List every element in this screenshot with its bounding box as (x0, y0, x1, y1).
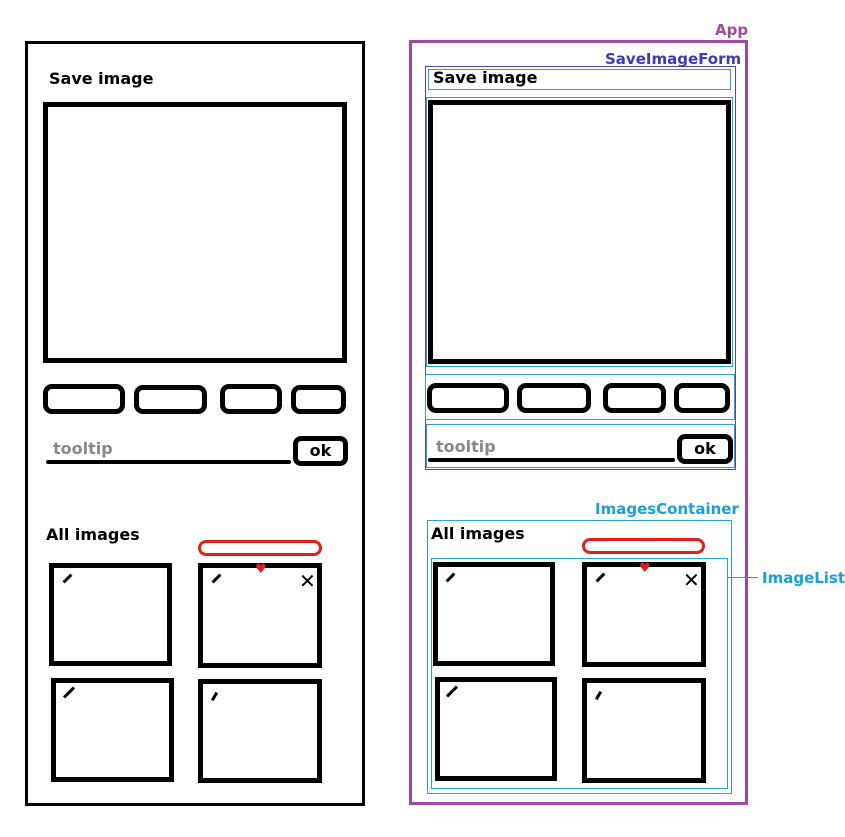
pencil-icon[interactable] (62, 573, 73, 584)
image-list-label: ImageList (762, 569, 845, 587)
image-list-leader-line (728, 577, 758, 578)
tool-button-1[interactable] (427, 383, 509, 413)
tool-button-4[interactable] (674, 383, 730, 413)
pencil-icon[interactable] (62, 686, 76, 699)
tool-button-3[interactable] (220, 384, 282, 414)
tooltip-input[interactable]: tooltip (436, 437, 496, 456)
pencil-icon[interactable] (445, 572, 456, 583)
tool-button-2[interactable] (134, 385, 207, 414)
image-thumbnail[interactable] (49, 563, 172, 666)
tooltip-input-underline (46, 460, 291, 464)
save-image-title: Save image (433, 68, 538, 87)
heart-icon: ♥ (639, 561, 651, 576)
image-thumbnail-hovered[interactable]: ♥ ✕ (198, 563, 322, 668)
images-container-label: ImagesContainer (595, 500, 739, 518)
pencil-icon[interactable] (211, 573, 222, 584)
image-thumbnail[interactable] (582, 678, 706, 783)
tool-button-1[interactable] (43, 384, 125, 414)
image-tooltip-bubble (198, 540, 322, 556)
tool-button-3[interactable] (603, 383, 666, 413)
ok-button[interactable]: ok (677, 434, 733, 464)
pencil-icon[interactable] (445, 685, 459, 698)
tooltip-input-underline (428, 458, 675, 462)
close-icon[interactable]: ✕ (299, 571, 316, 591)
image-canvas[interactable] (43, 102, 347, 363)
tool-button-2[interactable] (517, 383, 591, 413)
heart-icon: ♥ (255, 562, 267, 577)
pencil-icon[interactable] (594, 690, 603, 701)
image-thumbnail[interactable] (435, 677, 557, 781)
image-thumbnail[interactable] (51, 678, 174, 782)
tooltip-input[interactable]: tooltip (53, 439, 113, 458)
image-tooltip-bubble (582, 538, 705, 554)
ok-button[interactable]: ok (293, 436, 348, 466)
pencil-icon[interactable] (210, 691, 219, 702)
image-thumbnail[interactable] (433, 562, 555, 666)
image-thumbnail[interactable] (198, 679, 322, 783)
app-label: App (715, 21, 749, 39)
close-icon[interactable]: ✕ (683, 570, 700, 590)
tool-button-4[interactable] (291, 385, 346, 414)
image-thumbnail-hovered[interactable]: ♥ ✕ (582, 562, 706, 667)
save-image-title: Save image (49, 69, 154, 88)
all-images-title: All images (431, 524, 525, 543)
all-images-title: All images (46, 525, 140, 544)
save-image-form-label: SaveImageForm (605, 50, 742, 68)
image-canvas[interactable] (428, 100, 731, 364)
pencil-icon[interactable] (595, 572, 606, 583)
